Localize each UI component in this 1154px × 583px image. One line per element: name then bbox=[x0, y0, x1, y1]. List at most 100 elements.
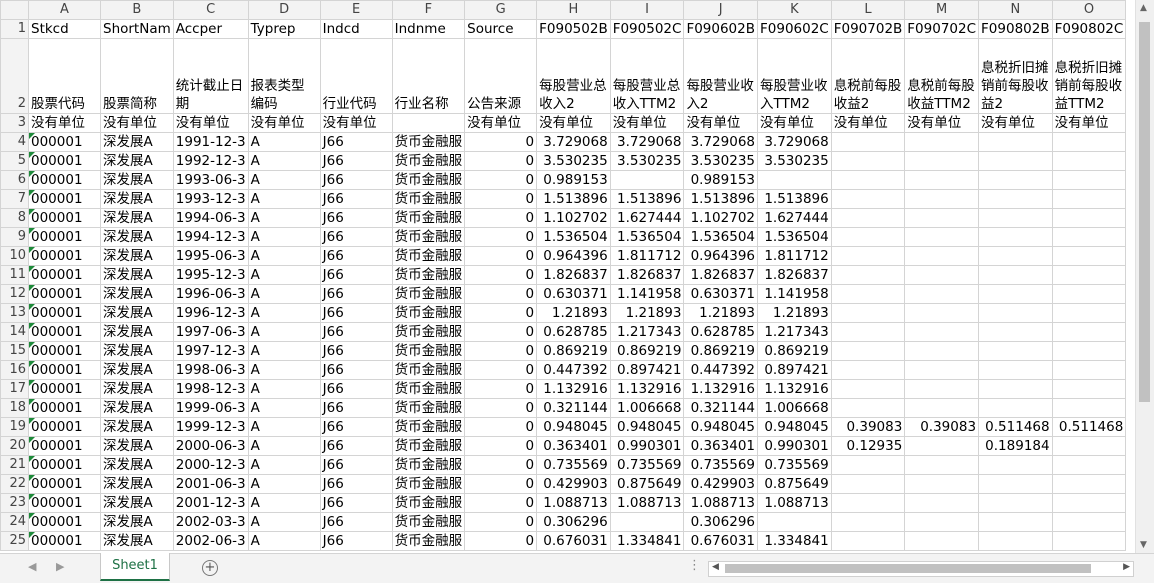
data-cell[interactable]: 深发展A bbox=[100, 512, 174, 532]
data-cell[interactable] bbox=[830, 531, 906, 551]
field-name-cell[interactable]: 公告来源 bbox=[464, 38, 538, 114]
data-cell[interactable]: 000001 bbox=[28, 284, 101, 304]
field-name-cell[interactable]: 股票代码 bbox=[28, 38, 101, 114]
data-cell[interactable]: 0 bbox=[464, 265, 538, 285]
data-cell[interactable]: J66 bbox=[319, 455, 393, 475]
data-cell[interactable]: 1.088713 bbox=[683, 493, 758, 513]
data-cell[interactable] bbox=[1051, 531, 1127, 551]
data-cell[interactable] bbox=[904, 227, 980, 247]
data-cell[interactable] bbox=[978, 208, 1053, 228]
field-name-cell[interactable]: 报表类型编码 bbox=[247, 38, 321, 114]
data-cell[interactable]: 0.511468 bbox=[978, 417, 1053, 437]
row-header[interactable]: 8 bbox=[0, 208, 29, 228]
plus-circle-icon[interactable]: + bbox=[202, 560, 218, 576]
data-cell[interactable]: 0.948045 bbox=[683, 417, 758, 437]
data-cell[interactable] bbox=[830, 246, 906, 266]
data-cell[interactable]: 0 bbox=[464, 417, 538, 437]
data-cell[interactable] bbox=[904, 246, 980, 266]
data-cell[interactable]: 货币金融服 bbox=[391, 493, 466, 513]
data-cell[interactable]: 深发展A bbox=[100, 265, 174, 285]
data-cell[interactable] bbox=[1051, 265, 1127, 285]
data-cell[interactable]: A bbox=[247, 455, 321, 475]
data-cell[interactable]: 0.429903 bbox=[683, 474, 758, 494]
unit-cell[interactable] bbox=[391, 113, 466, 133]
data-cell[interactable]: 1.006668 bbox=[757, 398, 832, 418]
column-header-m[interactable]: M bbox=[904, 0, 980, 20]
data-cell[interactable]: 深发展A bbox=[100, 189, 174, 209]
data-cell[interactable]: 3.530235 bbox=[683, 151, 758, 171]
data-cell[interactable]: J66 bbox=[319, 303, 393, 323]
field-code-cell[interactable]: F090702B bbox=[830, 19, 906, 39]
data-cell[interactable]: 1997-12-3 bbox=[172, 341, 249, 361]
data-cell[interactable]: 0.948045 bbox=[536, 417, 611, 437]
data-cell[interactable] bbox=[830, 360, 906, 380]
data-cell[interactable] bbox=[757, 512, 832, 532]
data-cell[interactable]: 0 bbox=[464, 436, 538, 456]
row-header[interactable]: 5 bbox=[0, 151, 29, 171]
data-cell[interactable] bbox=[978, 284, 1053, 304]
data-cell[interactable]: 000001 bbox=[28, 455, 101, 475]
data-cell[interactable] bbox=[904, 531, 980, 551]
data-cell[interactable]: 1.811712 bbox=[609, 246, 685, 266]
data-cell[interactable]: 1994-12-3 bbox=[172, 227, 249, 247]
data-cell[interactable]: 1.21893 bbox=[757, 303, 832, 323]
data-cell[interactable]: 0.676031 bbox=[536, 531, 611, 551]
data-cell[interactable]: J66 bbox=[319, 265, 393, 285]
data-cell[interactable]: 000001 bbox=[28, 265, 101, 285]
data-cell[interactable] bbox=[904, 189, 980, 209]
row-header[interactable]: 19 bbox=[0, 417, 29, 437]
data-cell[interactable]: 0.39083 bbox=[830, 417, 906, 437]
data-cell[interactable]: 0.189184 bbox=[978, 436, 1053, 456]
data-cell[interactable] bbox=[904, 303, 980, 323]
field-name-cell[interactable]: 息税折旧摊销前每股收益2 bbox=[978, 38, 1053, 114]
data-cell[interactable] bbox=[978, 246, 1053, 266]
data-cell[interactable] bbox=[978, 265, 1053, 285]
data-cell[interactable]: 深发展A bbox=[100, 341, 174, 361]
data-cell[interactable]: J66 bbox=[319, 436, 393, 456]
data-cell[interactable] bbox=[904, 151, 980, 171]
data-cell[interactable]: 1.334841 bbox=[757, 531, 832, 551]
data-cell[interactable]: 0 bbox=[464, 493, 538, 513]
field-code-cell[interactable]: Stkcd bbox=[28, 19, 101, 39]
data-cell[interactable]: 1.132916 bbox=[536, 379, 611, 399]
unit-cell[interactable]: 没有单位 bbox=[536, 113, 611, 133]
data-cell[interactable]: A bbox=[247, 208, 321, 228]
data-cell[interactable]: 0 bbox=[464, 132, 538, 152]
data-cell[interactable]: A bbox=[247, 493, 321, 513]
column-header-h[interactable]: H bbox=[536, 0, 611, 20]
data-cell[interactable]: 3.729068 bbox=[609, 132, 685, 152]
data-cell[interactable]: 000001 bbox=[28, 322, 101, 342]
data-cell[interactable]: J66 bbox=[319, 360, 393, 380]
data-cell[interactable]: 深发展A bbox=[100, 227, 174, 247]
column-header-d[interactable]: D bbox=[247, 0, 321, 20]
row-header[interactable]: 17 bbox=[0, 379, 29, 399]
data-cell[interactable]: 0.948045 bbox=[609, 417, 685, 437]
row-header[interactable]: 10 bbox=[0, 246, 29, 266]
unit-cell[interactable]: 没有单位 bbox=[464, 113, 538, 133]
data-cell[interactable]: 深发展A bbox=[100, 417, 174, 437]
data-cell[interactable]: 深发展A bbox=[100, 379, 174, 399]
data-cell[interactable]: A bbox=[247, 151, 321, 171]
data-cell[interactable]: 000001 bbox=[28, 208, 101, 228]
data-cell[interactable]: 0.735569 bbox=[609, 455, 685, 475]
data-cell[interactable]: 0.869219 bbox=[683, 341, 758, 361]
data-cell[interactable]: A bbox=[247, 398, 321, 418]
chevron-right-icon[interactable]: ▶ bbox=[56, 560, 64, 573]
data-cell[interactable] bbox=[904, 341, 980, 361]
data-cell[interactable]: 1.088713 bbox=[536, 493, 611, 513]
data-cell[interactable]: 货币金融服 bbox=[391, 132, 466, 152]
data-cell[interactable] bbox=[1051, 398, 1127, 418]
data-cell[interactable]: 1.088713 bbox=[757, 493, 832, 513]
data-cell[interactable]: 深发展A bbox=[100, 303, 174, 323]
unit-cell[interactable]: 没有单位 bbox=[319, 113, 393, 133]
data-cell[interactable]: A bbox=[247, 265, 321, 285]
data-cell[interactable] bbox=[1051, 341, 1127, 361]
data-cell[interactable]: 0.363401 bbox=[683, 436, 758, 456]
data-cell[interactable]: 1998-12-3 bbox=[172, 379, 249, 399]
field-name-cell[interactable]: 统计截止日期 bbox=[172, 38, 249, 114]
data-cell[interactable] bbox=[1051, 227, 1127, 247]
column-header-o[interactable]: O bbox=[1051, 0, 1127, 20]
data-cell[interactable]: 1996-06-3 bbox=[172, 284, 249, 304]
data-cell[interactable]: 1.088713 bbox=[609, 493, 685, 513]
data-cell[interactable]: 0.630371 bbox=[536, 284, 611, 304]
